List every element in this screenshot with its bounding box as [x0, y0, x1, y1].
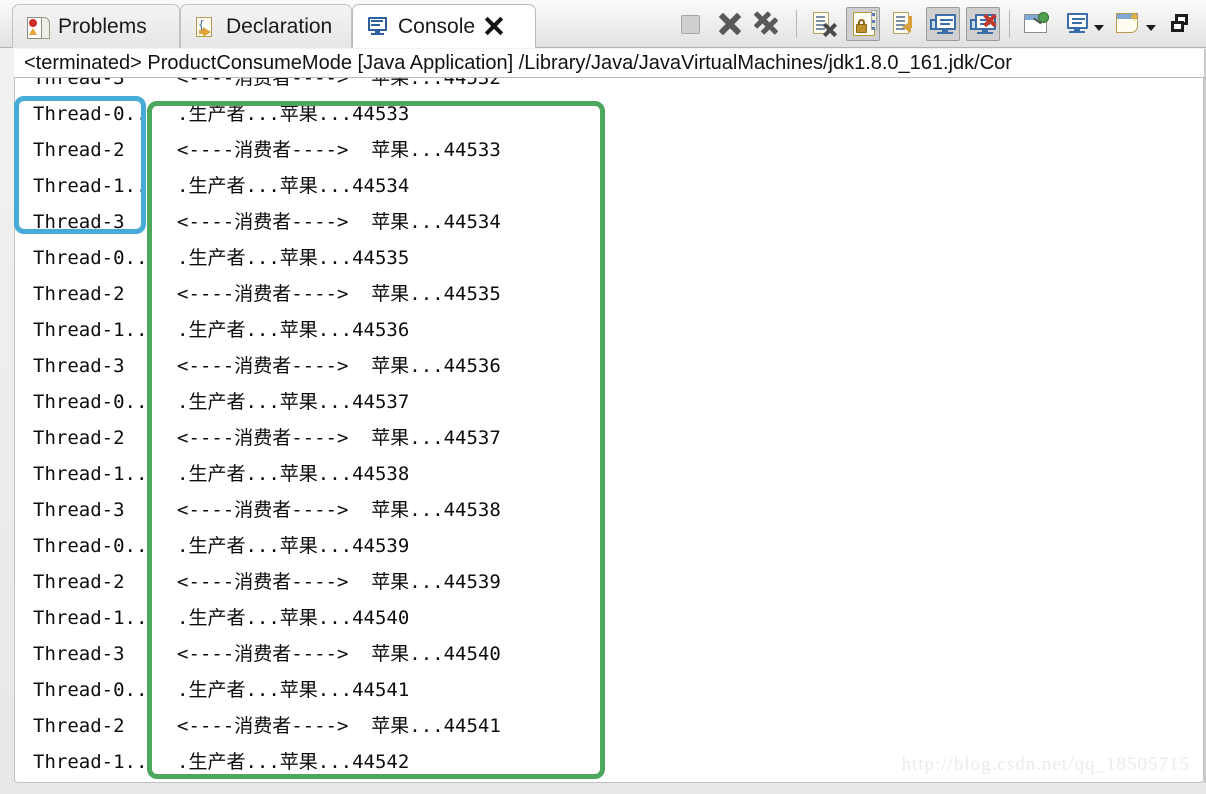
log-message: <----消费者----> 苹果...44542	[165, 780, 1203, 782]
remove-all-terminated-button[interactable]	[753, 7, 787, 41]
thread-name: Thread-0..	[33, 247, 148, 269]
console-output-area[interactable]: Thread-3 <----消费者----> 苹果...44532 Thread…	[14, 78, 1204, 783]
console-line: Thread-1.. .生产者...苹果...44540	[15, 600, 1203, 636]
thread-name: Thread-2	[33, 571, 125, 593]
remove-launch-button[interactable]	[713, 7, 747, 41]
log-message: <----消费者----> 苹果...44535	[177, 283, 501, 305]
console-line: Thread-2 <----消费者----> 苹果...44541	[15, 708, 1203, 744]
log-message: <----消费者----> 苹果...44539	[177, 571, 501, 593]
terminate-button[interactable]	[673, 7, 707, 41]
thread-name: Thread-2	[33, 139, 125, 161]
log-message: <----消费者----> 苹果...44536	[177, 355, 501, 377]
log-message: .生产者...苹果...44539	[177, 535, 410, 557]
thread-name: Thread-2	[33, 427, 125, 449]
tab-bar: Problems { Declaration Console ✦	[0, 0, 1206, 48]
console-toolbar: ✦	[670, 3, 1200, 45]
close-icon[interactable]	[484, 16, 504, 36]
thread-name: Thread-0..	[33, 535, 148, 557]
thread-name: Thread-3	[33, 78, 125, 89]
console-line: Thread-3 <----消费者----> 苹果...44538	[15, 492, 1203, 528]
log-message: .生产者...苹果...44537	[177, 391, 410, 413]
console-line: Thread-1.. .生产者...苹果...44538	[15, 456, 1203, 492]
display-selected-console-button[interactable]	[1059, 7, 1105, 41]
console-line: Thread-2 <----消费者----> 苹果...44537	[15, 420, 1203, 456]
console-line: Thread-2 <----消费者----> 苹果...44535	[15, 276, 1203, 312]
thread-name: Thread-1..	[33, 751, 148, 773]
thread-name: Thread-3	[33, 643, 125, 665]
clear-console-button[interactable]	[806, 7, 840, 41]
chevron-down-icon-2[interactable]	[1146, 25, 1156, 31]
thread-name: Thread-2	[33, 715, 125, 737]
tab-problems[interactable]: Problems	[12, 4, 180, 48]
log-message: .生产者...苹果...44538	[177, 463, 410, 485]
log-message: <----消费者----> 苹果...44532	[177, 78, 501, 89]
console-line: Thread-3 <----消费者----> 苹果...44536	[15, 348, 1203, 384]
console-line: Thread-2 <----消费者----> 苹果...44539	[15, 564, 1203, 600]
tab-declaration-label: Declaration	[226, 15, 333, 38]
log-message: .生产者...苹果...44540	[177, 607, 410, 629]
console-line: Thread-3 <----消费者----> 苹果...44540	[15, 636, 1203, 672]
console-line: Thread-3 <----消费者----> 苹果...44534	[15, 204, 1203, 240]
thread-name: Thread-1..	[33, 463, 148, 485]
log-message: .生产者...苹果...44536	[177, 319, 410, 341]
console-line: Thread-1.. .生产者...苹果...44534	[15, 168, 1203, 204]
thread-name: Thread-1..	[33, 175, 148, 197]
tab-console-label: Console	[398, 14, 476, 38]
log-message: <----消费者----> 苹果...44537	[177, 427, 501, 449]
console-line: Thread-0.. .生产者...苹果...44539	[15, 528, 1203, 564]
console-line: Thread-0.. .生产者...苹果...44541	[15, 672, 1203, 708]
problems-icon	[27, 16, 50, 39]
thread-name: Thread-3	[33, 355, 125, 377]
x-mark-icon	[718, 12, 742, 36]
thread-name: Thread-0..	[33, 391, 148, 413]
word-wrap-button[interactable]	[886, 7, 920, 41]
monitor-dropdown-icon	[1067, 13, 1088, 29]
thread-name: Thread-0..	[33, 103, 148, 125]
console-icon	[367, 15, 389, 37]
log-message: .生产者...苹果...44541	[177, 679, 410, 701]
thread-name: Thread-3	[33, 211, 125, 233]
watermark: http://blog.csdn.net/qq_18505715	[901, 754, 1190, 775]
log-message: <----消费者----> 苹果...44538	[177, 499, 501, 521]
console-line: Thread-0.. .生产者...苹果...44537	[15, 384, 1203, 420]
toolbar-separator-2	[1009, 10, 1010, 38]
log-message: <----消费者----> 苹果...44533	[177, 139, 501, 161]
tab-problems-label: Problems	[58, 15, 147, 38]
restore-view-button[interactable]	[1163, 7, 1197, 41]
thread-name: Thread-3	[33, 780, 165, 782]
log-message: <----消费者----> 苹果...44541	[177, 715, 501, 737]
open-console-button[interactable]: ✦	[1111, 7, 1157, 41]
console-log: Thread-3 <----消费者----> 苹果...44532 Thread…	[15, 78, 1203, 773]
tab-console[interactable]: Console	[352, 4, 536, 48]
console-line: Thread-0.. .生产者...苹果...44533	[15, 96, 1203, 132]
console-line: Thread-2 <----消费者----> 苹果...44533	[15, 132, 1203, 168]
thread-name: Thread-0..	[33, 679, 148, 701]
console-line: Thread-3<----消费者----> 苹果...44542	[15, 780, 1203, 782]
scroll-lock-button[interactable]	[846, 7, 880, 41]
log-message: .生产者...苹果...44535	[177, 247, 410, 269]
thread-name: Thread-2	[33, 283, 125, 305]
console-view: Problems { Declaration Console ✦ <termin…	[0, 0, 1206, 794]
console-launch-header: <terminated> ProductConsumeMode [Java Ap…	[14, 49, 1204, 78]
thread-name: Thread-1..	[33, 319, 148, 341]
toolbar-separator	[796, 10, 797, 38]
log-message: .生产者...苹果...44533	[177, 103, 410, 125]
log-message: <----消费者----> 苹果...44534	[177, 211, 501, 233]
show-console-on-output-button[interactable]	[926, 7, 960, 41]
log-message: <----消费者----> 苹果...44540	[177, 643, 501, 665]
log-message: .生产者...苹果...44534	[177, 175, 410, 197]
console-line-clipped: Thread-3 <----消费者----> 苹果...44532	[15, 78, 1203, 96]
show-console-on-error-button[interactable]	[966, 7, 1000, 41]
pin-console-button[interactable]	[1019, 7, 1053, 41]
console-line: Thread-0.. .生产者...苹果...44535	[15, 240, 1203, 276]
declaration-icon: {	[195, 16, 217, 38]
thread-name: Thread-3	[33, 499, 125, 521]
thread-name: Thread-1..	[33, 607, 148, 629]
chevron-down-icon[interactable]	[1094, 25, 1104, 31]
console-line: Thread-1.. .生产者...苹果...44536	[15, 312, 1203, 348]
tab-declaration[interactable]: { Declaration	[180, 4, 352, 48]
